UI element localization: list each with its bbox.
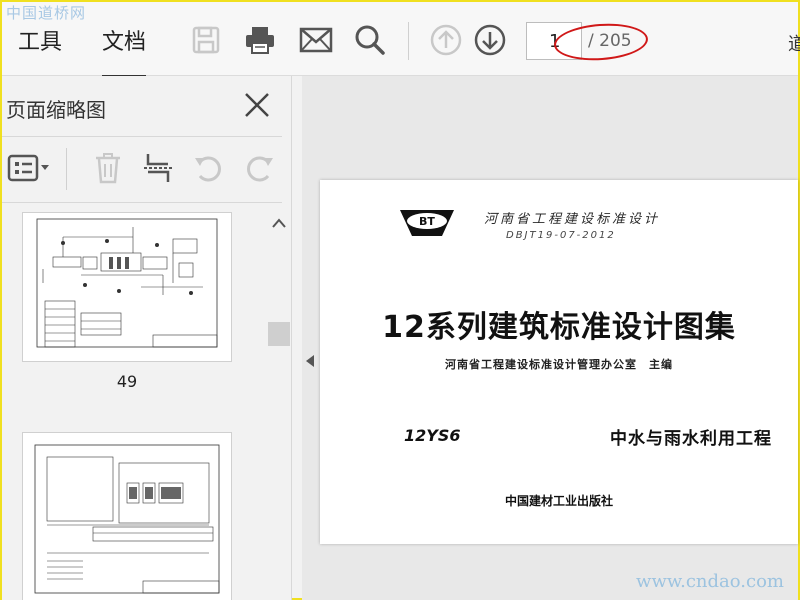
thumbnail-drawing xyxy=(34,444,220,594)
publisher-press: 中国建材工业出版社 xyxy=(504,494,613,508)
sidebar-scrollbar[interactable] xyxy=(266,212,292,600)
save-icon[interactable] xyxy=(188,22,224,58)
publication-code: DBJT19-07-2012 xyxy=(506,230,616,241)
arrow-up-icon[interactable] xyxy=(428,22,464,58)
sidebar-tools-separator xyxy=(66,148,67,190)
sidebar-divider xyxy=(2,202,282,203)
page-thumbnail[interactable] xyxy=(22,432,232,600)
delete-icon[interactable] xyxy=(90,150,126,186)
series-code: 12YS6 xyxy=(404,426,461,445)
email-icon[interactable] xyxy=(298,22,334,58)
document-view: BT 河南省工程建设标准设计 DBJT19-07-2012 12系列建筑标准设计… xyxy=(302,76,798,600)
sidebar-divider xyxy=(2,136,282,137)
thumbnail-options-icon[interactable] xyxy=(6,150,52,186)
toolbar-separator xyxy=(408,22,409,60)
publisher-name: 河南省工程建设标准设计 xyxy=(484,212,661,227)
series-name: 中水与雨水利用工程 xyxy=(610,429,772,449)
organizer-line: 河南省工程建设标准设计管理办公室 主编 xyxy=(445,358,673,371)
search-icon[interactable] xyxy=(352,22,388,58)
thumbnail-page-number: 49 xyxy=(116,372,138,391)
bt-logo: BT xyxy=(398,208,456,238)
rotate-right-icon[interactable] xyxy=(242,150,278,186)
collapse-sidebar-icon[interactable] xyxy=(304,354,316,368)
document-title: 12系列建筑标准设计图集 xyxy=(382,310,736,345)
extract-pages-icon[interactable] xyxy=(140,150,176,186)
tab-tools[interactable]: 工具 xyxy=(18,24,62,56)
watermark-top: 中国道桥网 xyxy=(6,4,87,22)
watermark-bottom: www.cndao.com xyxy=(636,571,784,592)
sidebar-toolbar xyxy=(2,138,282,200)
close-icon[interactable] xyxy=(242,90,272,120)
arrow-down-icon[interactable] xyxy=(472,22,508,58)
print-icon[interactable] xyxy=(242,22,278,58)
toolbar-overflow-label[interactable]: 道 xyxy=(788,30,800,56)
toolbar: 工具 文档 / 205 道 xyxy=(2,2,800,78)
page-thumbnail-49[interactable] xyxy=(22,212,232,362)
scroll-up-icon[interactable] xyxy=(272,218,286,228)
sidebar-title: 页面缩略图 xyxy=(6,98,106,122)
tab-document[interactable]: 文档 xyxy=(102,24,147,78)
svg-text:BT: BT xyxy=(419,215,435,228)
thumbnail-sidebar: 页面缩略图 49 xyxy=(2,76,292,600)
thumbnail-drawing xyxy=(36,218,218,348)
scroll-thumb[interactable] xyxy=(268,322,290,346)
document-page: BT 河南省工程建设标准设计 DBJT19-07-2012 12系列建筑标准设计… xyxy=(320,180,798,544)
rotate-left-icon[interactable] xyxy=(190,150,226,186)
